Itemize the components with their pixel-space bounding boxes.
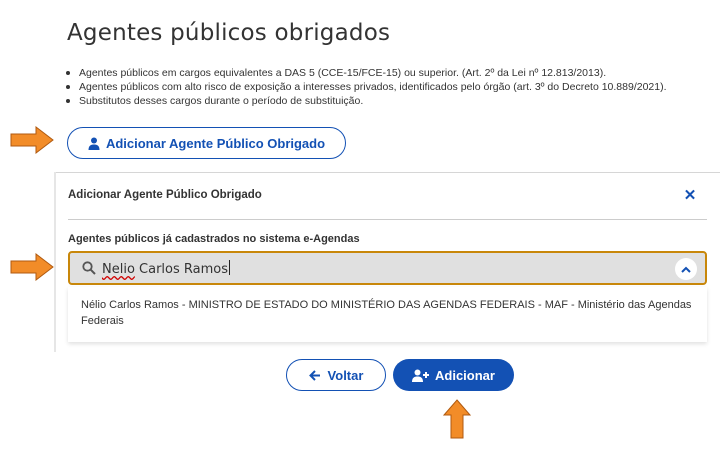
list-item: Substitutos desses cargos durante o perí…	[64, 94, 724, 108]
search-input[interactable]: Nelio Carlos Ramos	[102, 260, 231, 277]
user-icon	[88, 137, 100, 150]
search-results-list: Nélio Carlos Ramos - MINISTRO DE ESTADO …	[68, 287, 707, 342]
add-agent-button-label: Adicionar Agente Público Obrigado	[105, 135, 326, 151]
add-button-label: Adicionar	[435, 367, 495, 383]
back-button-label: Voltar	[327, 367, 364, 383]
agent-search-field[interactable]: Nelio Carlos Ramos	[68, 251, 707, 285]
list-item: Agentes públicos em cargos equivalentes …	[64, 66, 724, 80]
add-button[interactable]: Adicionar	[393, 359, 514, 391]
arrow-left-icon	[308, 369, 320, 381]
requirements-list: Agentes públicos em cargos equivalentes …	[64, 66, 724, 108]
search-icon	[82, 261, 96, 275]
add-agent-button[interactable]: Adicionar Agente Público Obrigado	[67, 127, 346, 159]
close-icon[interactable]: ✕	[683, 188, 697, 203]
search-value-first-word: Nelio	[102, 262, 135, 277]
chevron-up-icon	[681, 266, 691, 273]
user-plus-icon	[412, 369, 430, 382]
search-value-rest: Carlos Ramos	[134, 262, 229, 277]
modal-edge	[54, 172, 56, 352]
search-result-item[interactable]: Nélio Carlos Ramos - MINISTRO DE ESTADO …	[81, 297, 697, 329]
back-button[interactable]: Voltar	[286, 359, 386, 391]
annotation-arrow-up-icon	[443, 399, 471, 439]
annotation-arrow-right-icon	[10, 253, 54, 281]
agent-search-label: Agentes públicos já cadastrados no siste…	[68, 233, 360, 245]
collapse-results-button[interactable]	[675, 258, 697, 280]
page-title: Agentes públicos obrigados	[67, 20, 391, 46]
modal-title: Adicionar Agente Público Obrigado	[68, 189, 262, 201]
modal-divider	[68, 219, 707, 220]
text-caret	[229, 260, 231, 275]
annotation-arrow-right-icon	[10, 126, 54, 154]
list-item: Agentes públicos com alto risco de expos…	[64, 80, 724, 94]
